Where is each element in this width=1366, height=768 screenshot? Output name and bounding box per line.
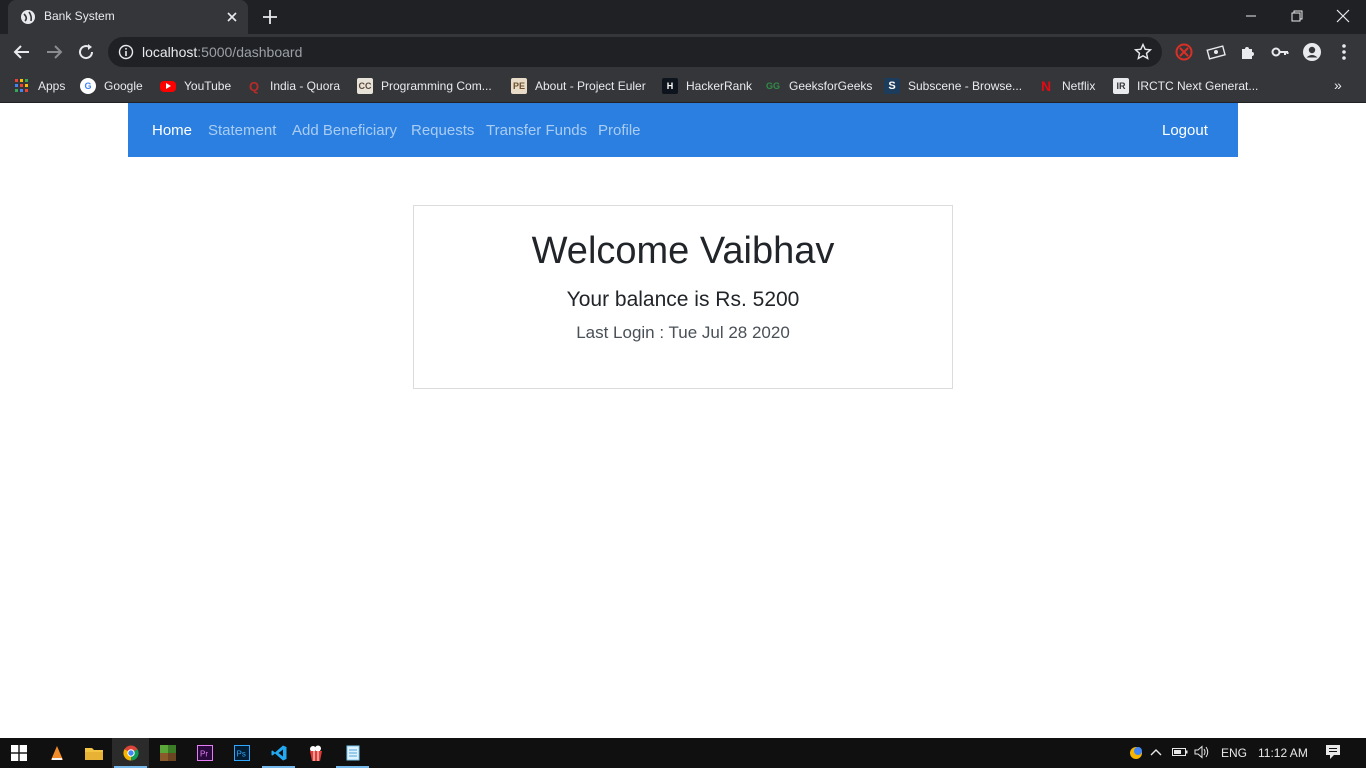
- quora-icon: Q: [248, 78, 260, 94]
- welcome-card: Welcome Vaibhav Your balance is Rs. 5200…: [413, 205, 953, 389]
- bookmark-label: Google: [104, 79, 143, 93]
- nav-add-beneficiary[interactable]: Add Beneficiary: [292, 122, 397, 139]
- blocked-extension-icon[interactable]: [1174, 42, 1194, 62]
- youtube-icon: [160, 80, 176, 92]
- bookmark-project-euler[interactable]: PE About - Project Euler: [511, 76, 646, 96]
- show-hidden-icons-chevron-icon[interactable]: [1150, 744, 1162, 763]
- bookmark-geeksforgeeks[interactable]: GG GeeksforGeeks: [765, 76, 872, 96]
- nav-transfer-funds[interactable]: Transfer Funds: [486, 122, 587, 139]
- bookmark-youtube[interactable]: YouTube: [160, 76, 231, 96]
- close-window-icon[interactable]: [1320, 0, 1366, 32]
- bookmark-subscene[interactable]: S Subscene - Browse...: [884, 76, 1022, 96]
- clock-time[interactable]: 11:12 AM: [1258, 746, 1308, 760]
- bookmark-label: HackerRank: [686, 79, 753, 93]
- bookmark-netflix[interactable]: N Netflix: [1038, 76, 1095, 96]
- bookmark-star-icon[interactable]: [1133, 42, 1153, 61]
- bookmark-google[interactable]: G Google: [80, 76, 143, 96]
- volume-icon[interactable]: [1194, 745, 1210, 762]
- hackerrank-icon: H: [662, 78, 678, 94]
- battery-icon[interactable]: [1172, 746, 1188, 761]
- nav-profile[interactable]: Profile: [598, 122, 641, 139]
- welcome-heading: Welcome Vaibhav: [531, 230, 835, 272]
- bookmark-label: IRCTC Next Generat...: [1137, 79, 1259, 93]
- last-login-text: Last Login : Tue Jul 28 2020: [576, 323, 790, 342]
- popcorn-app-icon[interactable]: [297, 738, 334, 768]
- logout-link[interactable]: Logout: [1162, 122, 1208, 139]
- bookmark-label: GeeksforGeeks: [789, 79, 873, 93]
- bookmark-quora[interactable]: Q India - Quora: [246, 76, 340, 96]
- minimize-window-icon[interactable]: [1228, 0, 1274, 32]
- project-euler-icon: PE: [511, 78, 527, 94]
- notepad-icon[interactable]: [334, 738, 371, 768]
- vlc-icon[interactable]: [38, 738, 75, 768]
- nav-home[interactable]: Home: [152, 122, 192, 139]
- new-tab-plus-icon[interactable]: [259, 6, 281, 28]
- tray-app-icon[interactable]: [1128, 744, 1144, 763]
- bookmark-label: YouTube: [184, 79, 232, 93]
- passwords-key-icon[interactable]: [1270, 42, 1290, 62]
- action-center-notification-icon[interactable]: [1325, 744, 1341, 763]
- geeksforgeeks-icon: GG: [765, 81, 780, 91]
- google-icon: G: [80, 78, 96, 94]
- bookmark-label: Apps: [38, 79, 66, 93]
- bookmark-codechef[interactable]: CC Programming Com...: [357, 76, 492, 96]
- bookmark-label: Programming Com...: [381, 79, 492, 93]
- back-arrow-icon[interactable]: [10, 40, 34, 64]
- chrome-taskbar-icon[interactable]: [112, 738, 149, 768]
- bookmark-label: India - Quora: [270, 79, 341, 93]
- bookmark-label: Netflix: [1062, 79, 1096, 93]
- language-indicator[interactable]: ENG: [1221, 746, 1247, 760]
- apps-grid-icon: [14, 78, 30, 94]
- balance-text: Your balance is Rs. 5200: [566, 288, 800, 311]
- bank-navbar: Home Statement Add Beneficiary Requests …: [128, 103, 1238, 157]
- subscene-icon: S: [884, 78, 900, 94]
- photoshop-icon[interactable]: Ps: [223, 738, 260, 768]
- url-host: localhost: [142, 44, 198, 60]
- url-path: :5000/dashboard: [197, 44, 303, 60]
- windows-start-icon[interactable]: [0, 738, 37, 768]
- address-bar[interactable]: localhost:5000/dashboard: [108, 37, 1162, 67]
- windows-taskbar: Pr Ps ENG 11:12 AM: [0, 738, 1366, 768]
- svg-text:Pr: Pr: [200, 750, 208, 759]
- file-explorer-icon[interactable]: [75, 738, 112, 768]
- minecraft-icon[interactable]: [149, 738, 186, 768]
- svg-text:Ps: Ps: [236, 750, 245, 759]
- site-info-icon[interactable]: [118, 44, 134, 60]
- browser-tab[interactable]: Bank System: [8, 0, 248, 34]
- bookmark-hackerrank[interactable]: H HackerRank: [662, 76, 752, 96]
- bookmark-irctc[interactable]: IR IRCTC Next Generat...: [1113, 76, 1258, 96]
- vscode-icon[interactable]: [260, 738, 297, 768]
- nav-requests[interactable]: Requests: [411, 122, 474, 139]
- netflix-icon: N: [1040, 78, 1052, 94]
- browser-tab-strip: Bank System: [0, 0, 1366, 34]
- bookmarks-bar: Apps G Google YouTube Q India - Quora CC…: [0, 70, 1366, 103]
- reload-icon[interactable]: [74, 40, 98, 64]
- extensions-puzzle-icon[interactable]: [1238, 42, 1258, 62]
- irctc-icon: IR: [1113, 78, 1129, 94]
- chrome-menu-icon[interactable]: [1334, 42, 1354, 62]
- profile-avatar-icon[interactable]: [1302, 42, 1322, 62]
- bookmark-apps[interactable]: Apps: [14, 76, 65, 96]
- tab-title: Bank System: [44, 9, 115, 23]
- bookmark-label: Subscene - Browse...: [908, 79, 1023, 93]
- money-extension-icon[interactable]: [1206, 42, 1226, 62]
- codechef-icon: CC: [357, 78, 373, 94]
- restore-window-icon[interactable]: [1274, 0, 1320, 32]
- more-bookmarks-chevron-icon[interactable]: »: [1334, 77, 1342, 93]
- browser-toolbar: localhost:5000/dashboard: [0, 34, 1366, 70]
- bookmark-label: About - Project Euler: [535, 79, 646, 93]
- globe-icon: [20, 9, 36, 25]
- nav-statement[interactable]: Statement: [208, 122, 276, 139]
- premiere-pro-icon[interactable]: Pr: [186, 738, 223, 768]
- forward-arrow-icon[interactable]: [42, 40, 66, 64]
- tab-close-icon[interactable]: [222, 7, 242, 27]
- url-text: localhost:5000/dashboard: [142, 44, 302, 60]
